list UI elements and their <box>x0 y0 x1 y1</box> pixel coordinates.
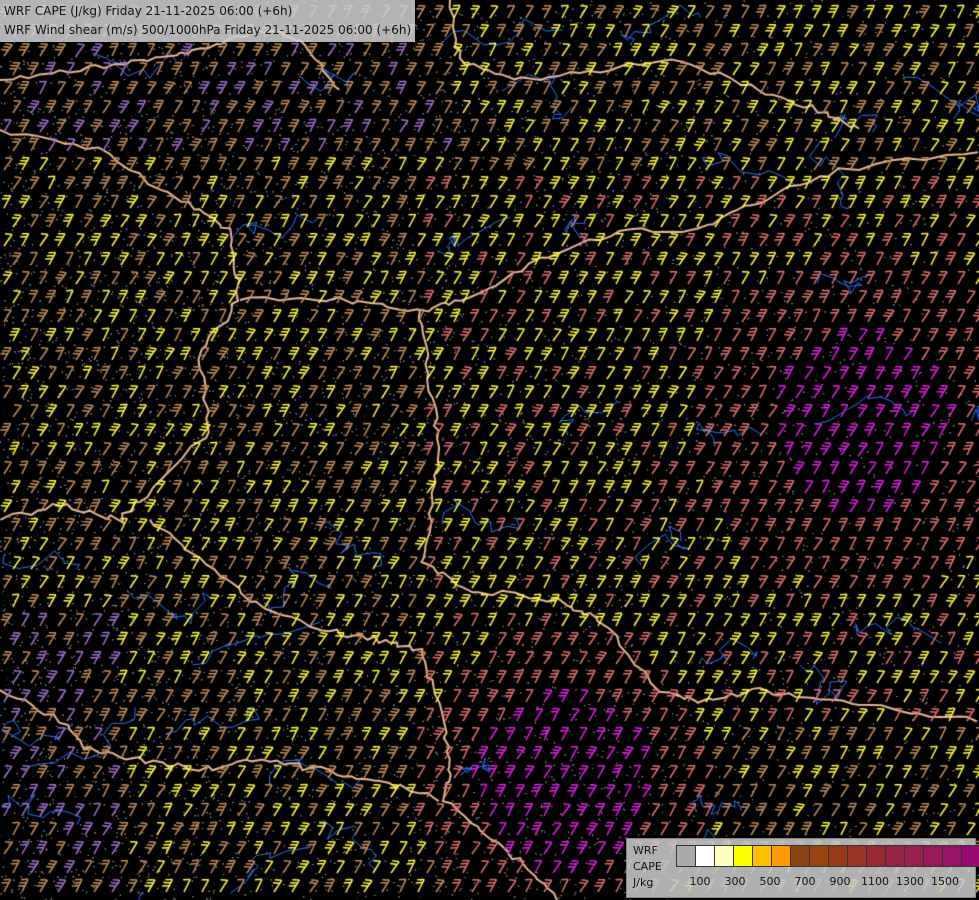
legend-swatch <box>847 845 867 867</box>
legend-swatch <box>866 845 886 867</box>
legend-swatch <box>790 845 810 867</box>
legend-tick-label: 700 <box>794 875 816 888</box>
cape-shear-map <box>0 0 979 900</box>
legend-tick-label: 100 <box>689 875 711 888</box>
legend-swatch <box>942 845 962 867</box>
legend-swatch <box>809 845 829 867</box>
legend-swatch <box>733 845 753 867</box>
legend-swatch <box>676 845 696 867</box>
legend-swatch <box>828 845 848 867</box>
legend-tick-label: 500 <box>759 875 781 888</box>
map-title: WRF CAPE (J/kg) Friday 21-11-2025 06:00 … <box>0 0 416 42</box>
title-cape: WRF CAPE (J/kg) Friday 21-11-2025 06:00 … <box>4 4 293 18</box>
legend-swatch <box>885 845 905 867</box>
legend-swatch <box>695 845 715 867</box>
legend-tick-label: 1100 <box>861 875 889 888</box>
cape-legend: WRF CAPE J/kg 100 300 500 700 900 1100 1300 150… <box>626 838 979 898</box>
legend-unit-label: J/kg <box>633 876 654 889</box>
legend-swatches <box>676 845 979 867</box>
legend-tick-label: 1300 <box>896 875 924 888</box>
legend-swatch <box>961 845 979 867</box>
title-shear: WRF Wind shear (m/s) 500/1000hPa Friday … <box>4 23 412 37</box>
legend-tick-label: 300 <box>724 875 746 888</box>
legend-swatch <box>752 845 772 867</box>
legend-swatch <box>904 845 924 867</box>
legend-swatch <box>923 845 943 867</box>
legend-var-label: CAPE <box>633 860 662 873</box>
legend-tick-label: 1500 <box>931 875 959 888</box>
legend-tick-label: 900 <box>829 875 851 888</box>
legend-ticks: 100 300 500 700 900 1100 1300 1500 <box>676 875 976 889</box>
legend-swatch <box>714 845 734 867</box>
legend-model-label: WRF <box>633 844 658 857</box>
legend-swatch <box>771 845 791 867</box>
